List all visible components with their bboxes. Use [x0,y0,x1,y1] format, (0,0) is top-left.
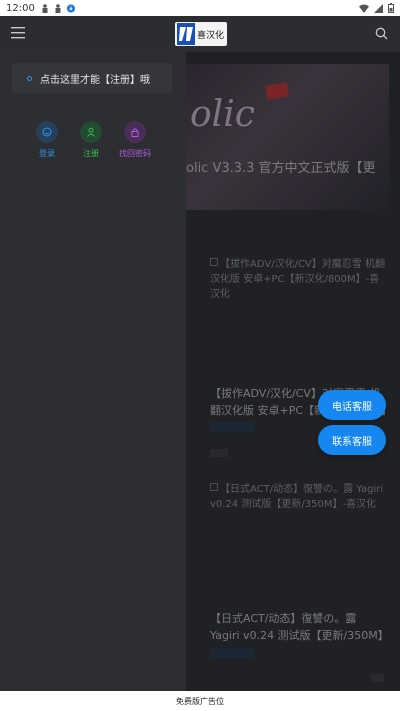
register-button[interactable]: 注册 [66,121,116,159]
recover-password-button[interactable]: 找回密码 [110,121,160,159]
search-icon[interactable] [375,27,388,40]
menu-icon[interactable] [11,26,27,40]
contact-service-button[interactable]: 联系客服 [318,425,386,455]
notice-dot-icon [27,75,32,81]
download-notification-icon [66,4,75,12]
phone-service-button[interactable]: 电话客服 [318,390,386,420]
register-notice[interactable]: 点击这里才能【注册】哦 [12,63,172,93]
android-notification-icon [42,3,48,13]
register-label: 注册 [83,149,99,158]
battery-icon [388,3,394,13]
status-time: 12:00 [6,2,35,14]
logo-mark-icon [177,23,195,45]
site-logo[interactable]: 喜汉化 [175,22,227,46]
navigation-drawer: 点击这里才能【注册】哦 登录 注册 找回密码 [0,52,186,691]
user-icon [80,121,102,143]
recover-password-label: 找回密码 [119,149,151,158]
ad-banner[interactable]: 免费版广告位 [0,691,400,711]
lock-icon [124,121,146,143]
signal-icon [374,3,383,13]
login-button[interactable]: 登录 [22,121,72,159]
login-label: 登录 [39,149,55,158]
status-bar: 12:00 [0,0,400,16]
logo-text: 喜汉化 [197,30,225,41]
top-app-bar: 喜汉化 [0,16,400,52]
android-notification-icon [55,3,61,13]
smile-icon [36,121,58,143]
app-screen: 12:00 喜汉化 olic olic V3.3.3 官方中文正式版【更 【拔作… [0,0,400,711]
register-notice-text: 点击这里才能【注册】哦 [40,74,150,86]
wifi-icon [359,4,369,13]
